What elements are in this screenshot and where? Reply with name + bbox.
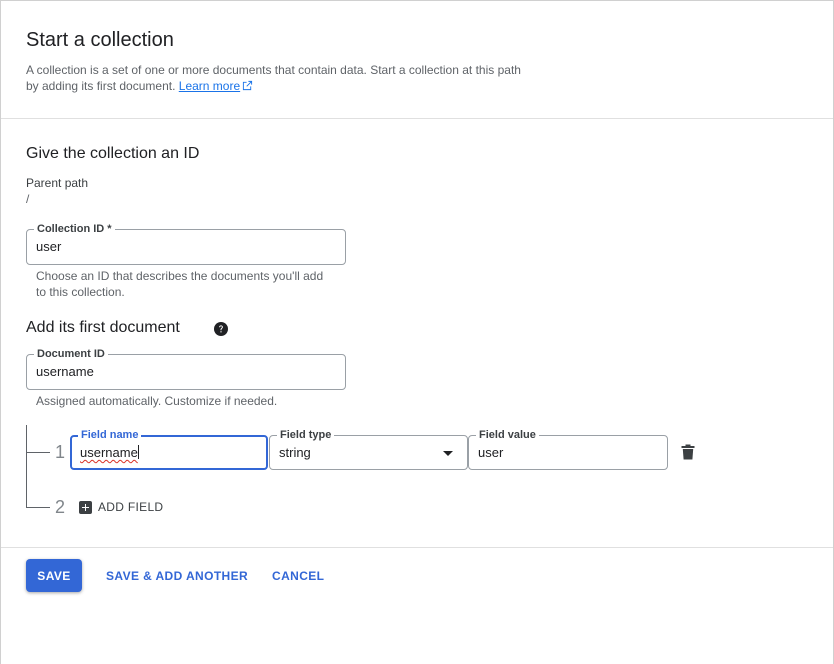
- document-id-hint: Assigned automatically. Customize if nee…: [36, 394, 278, 408]
- cancel-button[interactable]: CANCEL: [272, 559, 324, 592]
- field-tree-branch-1: [26, 452, 50, 453]
- description-line2: by adding its first document.: [26, 79, 176, 93]
- field-value-input[interactable]: user: [478, 445, 503, 460]
- footer-divider: [1, 547, 833, 548]
- add-field-label: ADD FIELD: [98, 500, 164, 514]
- save-and-add-another-button[interactable]: SAVE & ADD ANOTHER: [106, 559, 248, 592]
- field-type-value: string: [279, 445, 311, 460]
- field-tree-line: [26, 425, 27, 507]
- field-value-field[interactable]: Field value user: [468, 428, 668, 470]
- collection-id-label: Collection ID *: [34, 222, 115, 236]
- help-icon[interactable]: [214, 322, 228, 336]
- learn-more-link[interactable]: Learn more: [179, 79, 253, 93]
- field-type-label: Field type: [277, 428, 335, 442]
- collection-section-title: Give the collection an ID: [26, 145, 200, 162]
- document-section-title: Add its first document: [26, 319, 180, 336]
- field-row-number: 1: [55, 442, 66, 462]
- dialog-description: A collection is a set of one or more doc…: [26, 62, 546, 94]
- field-name-value: username: [80, 445, 138, 460]
- trash-icon[interactable]: [681, 444, 695, 460]
- description-line1: A collection is a set of one or more doc…: [26, 63, 521, 77]
- external-link-icon: [243, 80, 253, 91]
- field-tree-branch-2: [26, 507, 50, 508]
- dialog-title: Start a collection: [26, 29, 174, 51]
- collection-id-hint: Choose an ID that describes the document…: [36, 269, 324, 299]
- save-button[interactable]: SAVE: [26, 559, 82, 592]
- learn-more-label: Learn more: [178, 79, 241, 93]
- field-name-label: Field name: [78, 428, 142, 442]
- collection-id-field[interactable]: Collection ID * user: [26, 222, 346, 265]
- field-name-input[interactable]: username: [80, 445, 139, 460]
- collection-id-input[interactable]: user: [36, 239, 61, 254]
- plus-icon: [79, 500, 92, 514]
- document-id-input[interactable]: username: [36, 364, 94, 379]
- dropdown-arrow-icon: [443, 451, 453, 456]
- parent-path-value: /: [26, 192, 30, 206]
- parent-path-label: Parent path: [26, 176, 89, 190]
- add-field-row-number: 2: [55, 497, 66, 517]
- add-field-button[interactable]: ADD FIELD: [79, 498, 163, 516]
- field-name-field[interactable]: Field name username: [70, 428, 268, 470]
- text-cursor: [137, 445, 139, 459]
- field-type-select[interactable]: Field type string: [269, 428, 468, 470]
- document-id-label: Document ID: [34, 347, 108, 361]
- dialog-header: Start a collection A collection is a set…: [1, 1, 833, 119]
- field-value-label: Field value: [476, 428, 539, 442]
- document-id-field[interactable]: Document ID username: [26, 347, 346, 390]
- start-collection-dialog: Start a collection A collection is a set…: [0, 0, 834, 664]
